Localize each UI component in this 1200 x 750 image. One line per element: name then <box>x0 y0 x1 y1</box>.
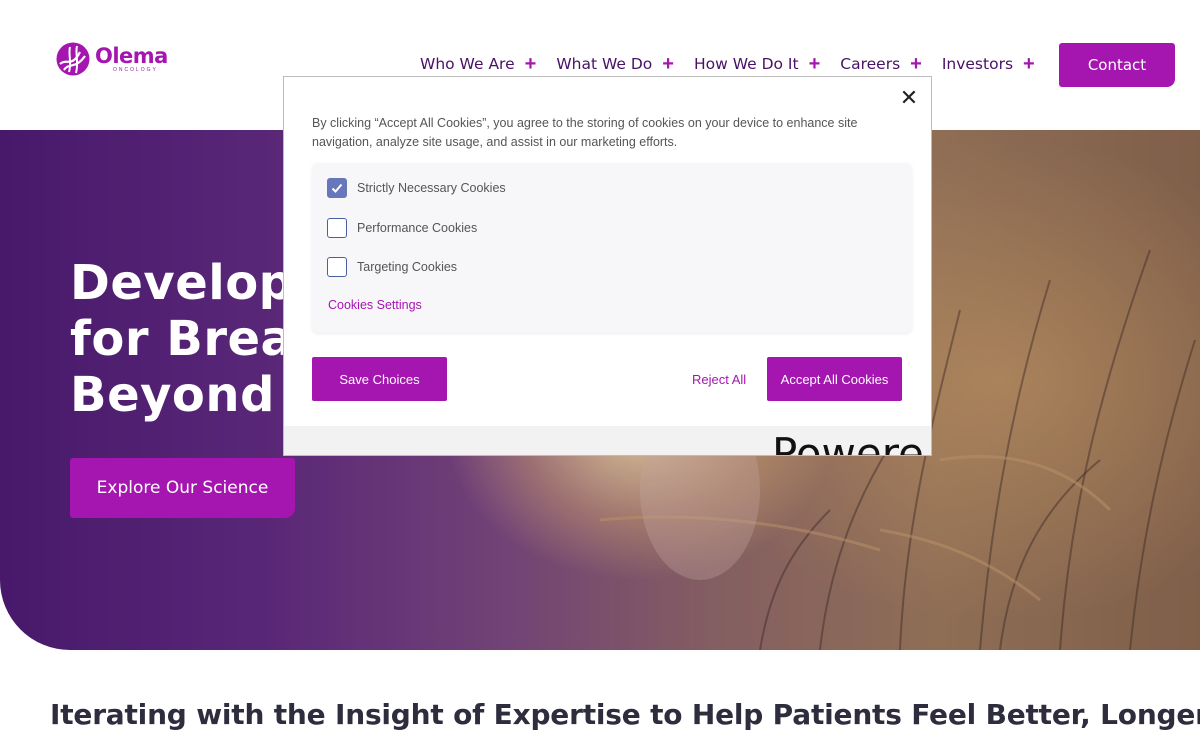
main-nav: Who We Are + What We Do + How We Do It +… <box>420 50 1055 78</box>
olema-logo-icon <box>56 42 90 76</box>
explore-science-button[interactable]: Explore Our Science <box>70 458 295 518</box>
contact-button[interactable]: Contact <box>1059 43 1175 87</box>
plus-icon[interactable]: + <box>1023 54 1035 74</box>
nav-label: Careers <box>840 55 901 73</box>
cookie-option-label: Performance Cookies <box>357 221 478 235</box>
plus-icon[interactable]: + <box>809 54 821 74</box>
cookie-option-label: Targeting Cookies <box>357 260 458 274</box>
nav-item-what-we-do[interactable]: What We Do + <box>556 54 674 74</box>
cookie-footer-text: Powere <box>772 429 924 456</box>
close-icon[interactable]: ✕ <box>898 87 920 109</box>
cookie-dialog-body: ✕ By clicking “Accept All Cookies”, you … <box>284 77 931 426</box>
olema-logo[interactable]: Olema ONCOLOGY <box>56 42 168 76</box>
section-heading: Iterating with the Insight of Expertise … <box>50 698 1200 731</box>
save-choices-button[interactable]: Save Choices <box>312 357 447 401</box>
cookie-option-targeting[interactable]: Targeting Cookies <box>327 257 457 277</box>
nav-item-how-we-do-it[interactable]: How We Do It + <box>694 54 820 74</box>
logo-subtitle: ONCOLOGY <box>113 67 158 73</box>
cookie-options-panel: Strictly Necessary Cookies Performance C… <box>312 163 912 333</box>
nav-item-investors[interactable]: Investors + <box>942 54 1035 74</box>
cookie-description: By clicking “Accept All Cookies”, you ag… <box>312 116 858 149</box>
plus-icon[interactable]: + <box>662 54 674 74</box>
cookie-option-performance[interactable]: Performance Cookies <box>327 218 477 238</box>
plus-icon[interactable]: + <box>910 54 922 74</box>
cookie-option-label: Strictly Necessary Cookies <box>357 181 506 195</box>
plus-icon[interactable]: + <box>525 54 537 74</box>
check-icon <box>331 183 343 193</box>
cookies-settings-link[interactable]: Cookies Settings <box>328 298 422 312</box>
nav-item-careers[interactable]: Careers + <box>840 54 922 74</box>
checkbox-unchecked[interactable] <box>327 257 347 277</box>
nav-label: Investors <box>941 55 1014 73</box>
checkbox-unchecked[interactable] <box>327 218 347 238</box>
nav-label: Who We Are <box>420 55 515 73</box>
reject-all-button[interactable]: Reject All <box>692 357 746 401</box>
cookie-consent-dialog: ✕ By clicking “Accept All Cookies”, you … <box>283 76 932 456</box>
nav-label: How We Do It <box>693 55 799 73</box>
cookie-option-strictly-necessary[interactable]: Strictly Necessary Cookies <box>327 178 506 198</box>
checkbox-checked[interactable] <box>327 178 347 198</box>
logo-wordmark: Olema <box>95 44 168 68</box>
nav-label: What We Do <box>556 55 653 73</box>
accept-all-cookies-button[interactable]: Accept All Cookies <box>767 357 902 401</box>
nav-item-who-we-are[interactable]: Who We Are + <box>420 54 536 74</box>
